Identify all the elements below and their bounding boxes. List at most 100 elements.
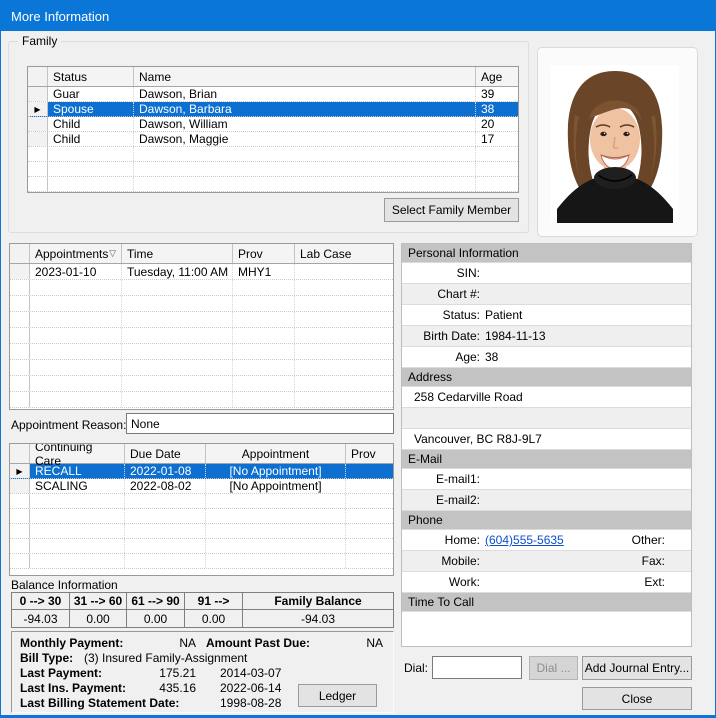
monthly-payment-label: Monthly Payment: [20, 636, 124, 650]
time-to-call-header: Time To Call [402, 593, 691, 611]
chart-number-row: Chart #: [402, 284, 691, 304]
empty-row [10, 509, 393, 524]
personal-information-header: Personal Information [402, 244, 691, 262]
aging-header-91-plus: 91 --> [185, 593, 243, 610]
address-line1: 258 Cedarville Road [402, 387, 691, 407]
age-value: 38 [485, 350, 499, 364]
select-family-member-button[interactable]: Select Family Member [384, 198, 519, 222]
dial-button[interactable]: Dial ... [529, 656, 578, 680]
sort-descending-icon[interactable]: ▽ [109, 248, 116, 259]
column-header-lab-case[interactable]: Lab Case [295, 244, 393, 263]
bill-type-line: Bill Type: (3) Insured Family-Assignment [20, 651, 385, 666]
work-phone-row: Work: Ext: [402, 572, 691, 592]
cell-age: 39 [481, 87, 495, 101]
cell-name: Dawson, Brian [134, 87, 476, 101]
empty-row [10, 524, 393, 539]
monthly-payment-value: NA [179, 636, 196, 650]
column-header-age[interactable]: Age [476, 67, 518, 86]
cell-prov [346, 464, 393, 478]
cell-status: Guar [48, 87, 134, 101]
payment-summary-panel: Monthly Payment: NA Amount Past Due: NA … [11, 631, 394, 713]
row-selector[interactable] [10, 479, 30, 493]
more-information-dialog: More Information Family Status Name Age … [0, 0, 716, 718]
row-selector[interactable] [28, 117, 48, 131]
empty-row [10, 554, 393, 569]
empty-row [10, 296, 393, 312]
empty-row [10, 280, 393, 296]
cell-status: Child [48, 117, 134, 131]
empty-row [10, 360, 393, 376]
empty-row [10, 344, 393, 360]
amount-past-due-label: Amount Past Due: [206, 636, 311, 650]
cell-appointment-time: Tuesday, 11:00 AM [122, 264, 233, 279]
email-header: E-Mail [402, 450, 691, 468]
aging-value-family-balance: -94.03 [300, 611, 336, 626]
column-header-status[interactable]: Status [48, 67, 134, 86]
age-label: Age: [455, 350, 480, 364]
cell-care-type: RECALL [30, 464, 125, 478]
title-bar[interactable]: More Information [1, 1, 715, 31]
column-header-due-date[interactable]: Due Date [125, 444, 206, 463]
column-header-prov[interactable]: Prov [233, 244, 295, 263]
cell-status: Spouse [48, 102, 134, 116]
column-header-appointment[interactable]: Appointment [206, 444, 346, 463]
last-ins-payment-date: 2022-06-14 [220, 681, 282, 695]
aging-header-31-60: 31 --> 60 [70, 593, 127, 610]
cell-appointment-status: [No Appointment] [206, 464, 346, 478]
last-billing-label: Last Billing Statement Date: [20, 696, 180, 710]
current-row-arrow-icon[interactable]: ▶ [10, 464, 30, 478]
continuing-care-table-header: Continuing Care Due Date Appointment Pro… [10, 444, 393, 468]
column-header-prov[interactable]: Prov [346, 444, 393, 463]
sin-row: SIN: [402, 263, 691, 283]
appointments-table-header: Appointments ▽ Time Prov Lab Case [10, 244, 393, 264]
add-journal-entry-button[interactable]: Add Journal Entry... [582, 656, 692, 680]
status-label: Status: [442, 308, 480, 322]
time-to-call-value [402, 612, 691, 646]
empty-row [28, 177, 518, 192]
family-row-spouse-selected[interactable]: ▶ Spouse Dawson, Barbara 38 [28, 102, 518, 117]
personal-information-panel: Personal Information SIN: Chart #: Statu… [401, 243, 692, 647]
cell-name: Dawson, Barbara [134, 102, 476, 116]
column-header-name[interactable]: Name [134, 67, 476, 86]
address-line2 [402, 408, 691, 428]
empty-row [28, 147, 518, 162]
row-selector[interactable] [28, 132, 48, 146]
ledger-button[interactable]: Ledger [298, 684, 377, 707]
dial-input[interactable] [432, 656, 522, 679]
cell-name: Dawson, William [134, 117, 476, 131]
patient-photo [551, 65, 679, 223]
continuing-care-row-recall-selected[interactable]: ▶ RECALL 2022-01-08 [No Appointment] [10, 464, 393, 479]
continuing-care-table: Continuing Care Due Date Appointment Pro… [9, 443, 394, 576]
family-row-child1[interactable]: Child Dawson, William 20 [28, 117, 518, 132]
phone-header: Phone [402, 511, 691, 529]
appointment-row[interactable]: 2023-01-10 Tuesday, 11:00 AM MHY1 [10, 264, 393, 280]
balance-section-label: Balance Information [11, 578, 118, 592]
work-phone-label: Work: [448, 575, 480, 589]
row-selector[interactable] [10, 264, 30, 279]
column-header-continuing-care[interactable]: Continuing Care [30, 444, 125, 468]
column-header-time[interactable]: Time [122, 244, 233, 263]
email1-label: E-mail1: [435, 472, 480, 486]
appointment-reason-field[interactable] [126, 413, 394, 434]
family-row-guar[interactable]: Guar Dawson, Brian 39 [28, 87, 518, 102]
appointments-table: Appointments ▽ Time Prov Lab Case 2023-0… [9, 243, 394, 410]
cell-age: 17 [481, 132, 495, 146]
dialog-body: Family Status Name Age Guar Dawson, Bria… [1, 31, 715, 715]
cell-appointment-lab-case [295, 264, 393, 279]
row-selector-header [10, 444, 30, 463]
continuing-care-row-scaling[interactable]: SCALING 2022-08-02 [No Appointment] [10, 479, 393, 494]
address-header: Address [402, 368, 691, 386]
cell-appointment-date: 2023-01-10 [30, 264, 122, 279]
home-phone-link[interactable]: (604)555-5635 [485, 533, 564, 547]
last-payment-date: 2014-03-07 [220, 666, 282, 680]
cell-age: 38 [481, 102, 495, 116]
column-header-appointments[interactable]: Appointments ▽ [30, 244, 122, 263]
row-selector[interactable] [28, 87, 48, 101]
empty-row [10, 392, 393, 408]
close-button[interactable]: Close [582, 687, 692, 710]
family-row-child2[interactable]: Child Dawson, Maggie 17 [28, 132, 518, 147]
aging-value-91-plus: 0.00 [185, 610, 243, 627]
cell-appointment-prov: MHY1 [233, 264, 295, 279]
aging-header-0-30: 0 --> 30 [12, 593, 70, 610]
current-row-arrow-icon[interactable]: ▶ [28, 102, 48, 116]
